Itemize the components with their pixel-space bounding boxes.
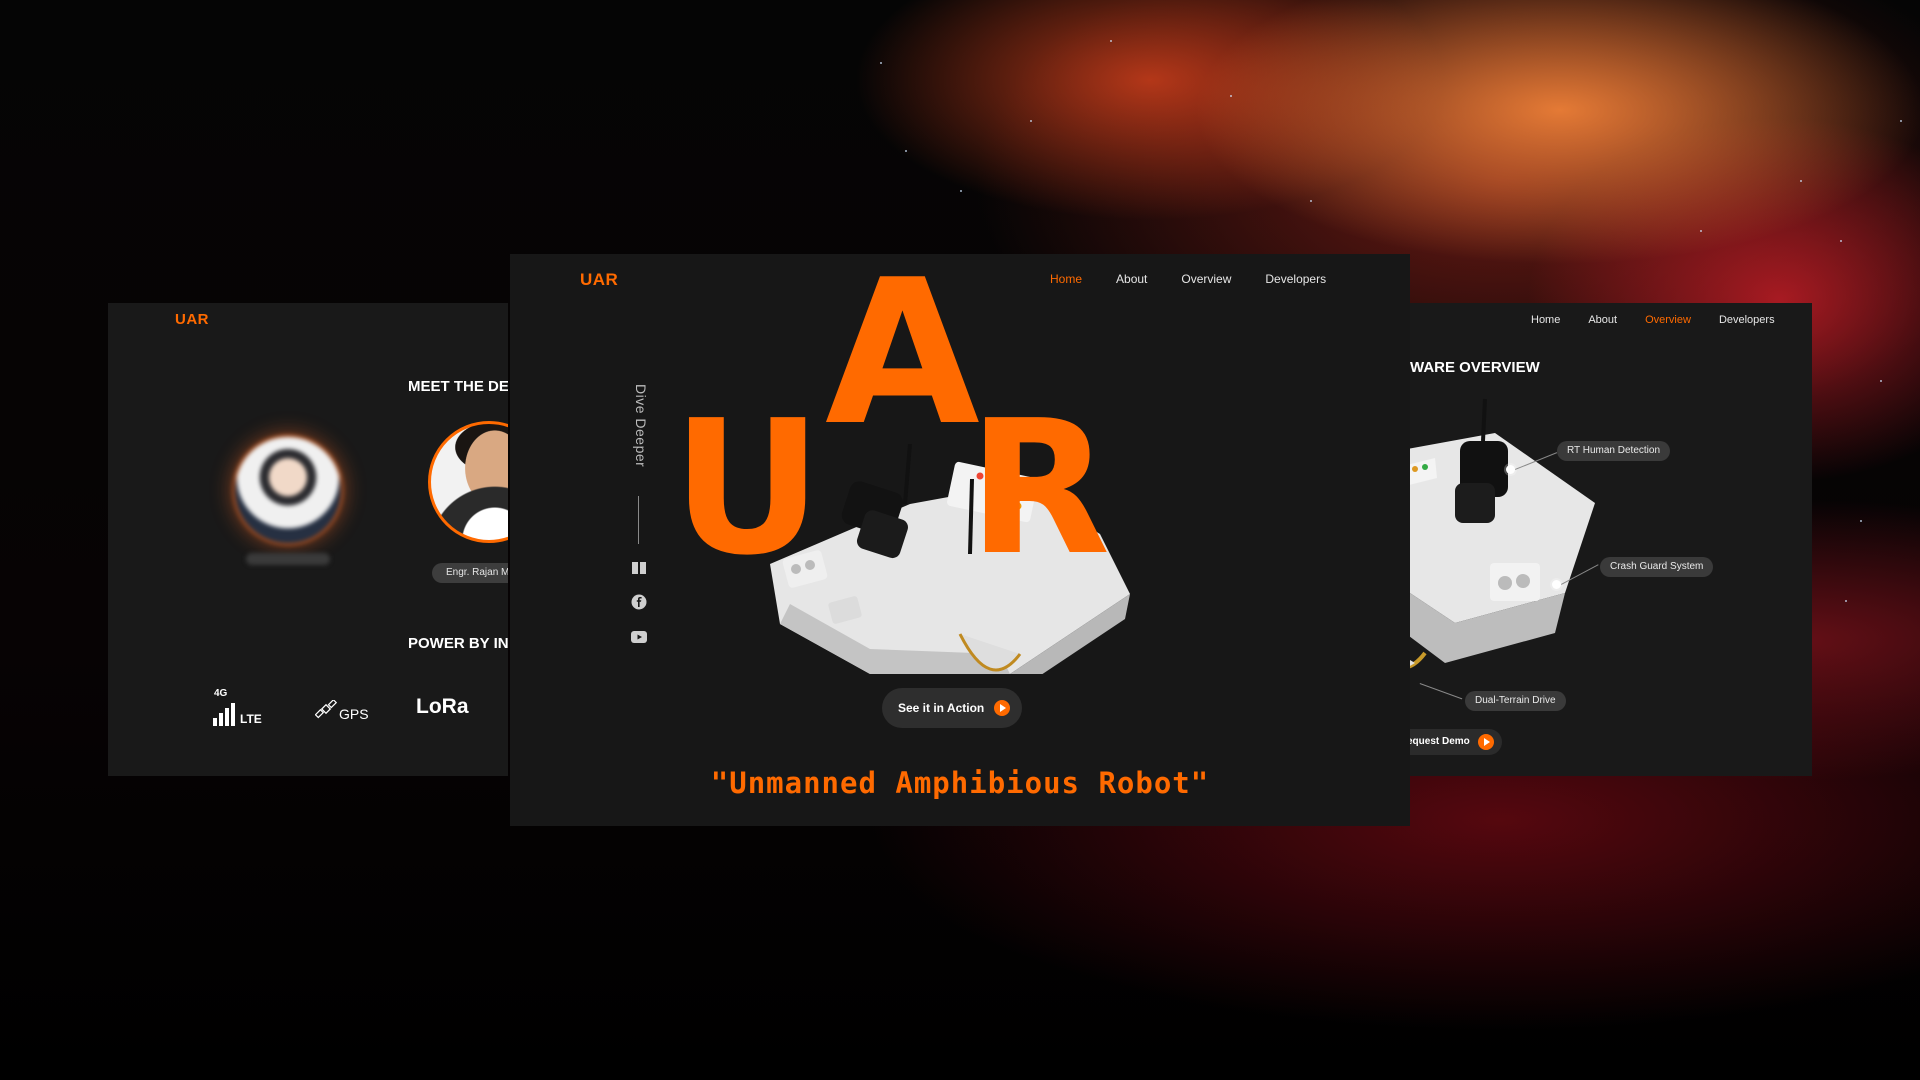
request-demo-button[interactable]: equest Demo <box>1395 729 1502 755</box>
main-nav: Home About Overview Developers <box>1050 272 1360 286</box>
see-in-action-button[interactable]: See it in Action <box>882 688 1023 728</box>
developer-avatar-2[interactable] <box>428 421 508 543</box>
nav-home[interactable]: Home <box>1050 272 1082 286</box>
callout-human-detection[interactable]: RT Human Detection <box>1557 441 1671 461</box>
hero-letter-u: U <box>672 380 823 596</box>
facebook-icon[interactable] <box>631 594 647 610</box>
gps-logo: GPS <box>315 700 369 722</box>
nav-overview[interactable]: Overview <box>1181 272 1231 286</box>
hero-letter-a: A <box>825 254 980 470</box>
overview-page-window: Home About Overview Developers WARE OVER… <box>1395 303 1812 776</box>
nav-developers[interactable]: Developers <box>1265 272 1326 286</box>
gps-label: GPS <box>339 706 369 722</box>
dive-deeper-label[interactable]: Dive Deeper <box>633 384 649 467</box>
lora-label: LoRa <box>416 695 469 718</box>
developer-avatar-1[interactable] <box>235 437 341 543</box>
play-icon <box>1477 734 1494 750</box>
youtube-icon[interactable] <box>631 629 647 645</box>
nav-about[interactable]: About <box>1588 314 1617 326</box>
brand-logo[interactable]: UAR <box>175 311 209 328</box>
hotspot-human[interactable] <box>1506 465 1515 474</box>
lora-logo: LoRa <box>416 695 469 719</box>
home-page-window: UAR Home About Overview Developers Dive … <box>510 254 1410 826</box>
nav-home[interactable]: Home <box>1531 314 1560 326</box>
callout-crash-guard[interactable]: Crash Guard System <box>1600 557 1714 577</box>
nav-overview[interactable]: Overview <box>1645 314 1691 326</box>
lte-label: LTE <box>240 712 262 726</box>
developers-page-window: UAR MEET THE DEV Engr. Rajan M POWER BY … <box>108 303 508 776</box>
callout-dual-terrain[interactable]: Dual-Terrain Drive <box>1465 691 1566 711</box>
nav-developers[interactable]: Developers <box>1719 314 1775 326</box>
see-in-action-label: See it in Action <box>898 701 985 715</box>
overview-heading: WARE OVERVIEW <box>1410 359 1540 376</box>
developer-name-blurred <box>246 553 330 565</box>
hero-letter-r: R <box>968 380 1111 596</box>
lte-logo: 4G LTE <box>212 688 262 726</box>
developer-name-pill: Engr. Rajan M <box>432 563 508 583</box>
signal-bars-icon <box>213 703 235 726</box>
overview-nav: Home About Overview Developers <box>1531 314 1803 326</box>
book-icon[interactable] <box>631 560 647 576</box>
tagline: "Unmanned Amphibious Robot" <box>710 766 1210 800</box>
brand-logo[interactable]: UAR <box>580 270 618 290</box>
request-demo-label: equest Demo <box>1407 736 1470 747</box>
power-by-heading: POWER BY INN <box>408 635 508 652</box>
nav-about[interactable]: About <box>1116 272 1147 286</box>
hotspot-crash[interactable] <box>1552 580 1561 589</box>
play-icon <box>994 700 1011 716</box>
lte-super-label: 4G <box>214 688 228 699</box>
meet-devs-heading: MEET THE DEV <box>408 378 508 395</box>
satellite-icon <box>315 700 338 719</box>
side-rail-divider <box>638 496 639 544</box>
